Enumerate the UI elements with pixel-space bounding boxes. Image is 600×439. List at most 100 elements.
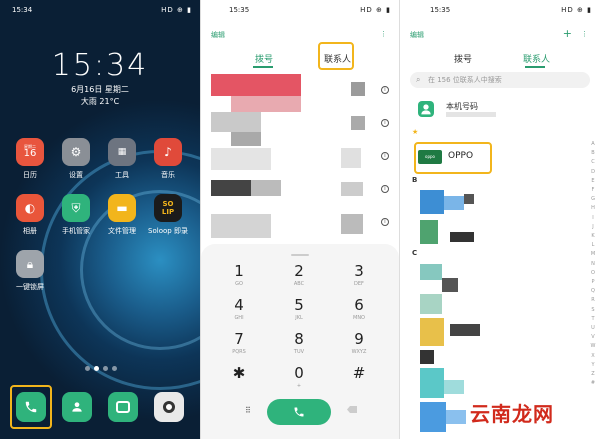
app-music[interactable]: ♪ 音乐 [147, 138, 189, 180]
dialer-topbar: 编辑 ⋮ [201, 30, 399, 42]
lock-clock: 15:34 [51, 48, 149, 83]
app-gallery[interactable]: ◐ 相册 [9, 194, 51, 236]
search-placeholder: 在 156 位联系人中搜索 [428, 76, 502, 84]
index-letter[interactable]: P [589, 278, 597, 287]
dial-key-digit: 1 [234, 262, 244, 280]
more-icon[interactable]: ⋮ [380, 30, 387, 38]
tab-dial[interactable]: 拨号 [255, 52, 273, 65]
redacted-entry [211, 148, 271, 170]
dial-key[interactable]: 4 GHI [209, 296, 269, 321]
dial-key[interactable]: ✱ [209, 364, 269, 383]
status-bar: 15:35 HD ⊕ ▮ [201, 6, 399, 18]
folder-icon: ▦ [108, 138, 136, 166]
phone-icon [294, 407, 304, 417]
dial-key[interactable]: 2 ABC [269, 262, 329, 287]
dial-key-letters: PQRS [232, 349, 246, 355]
edit-button[interactable]: 编辑 [410, 30, 424, 40]
index-letter[interactable]: S [589, 306, 597, 315]
index-letter[interactable]: R [589, 296, 597, 305]
drag-handle[interactable] [291, 254, 309, 256]
call-button[interactable] [267, 399, 331, 425]
index-letter[interactable]: N [589, 260, 597, 269]
index-letter[interactable]: T [589, 315, 597, 324]
info-icon[interactable]: i [381, 218, 389, 226]
camera-icon [163, 401, 175, 413]
dock-messages-app[interactable] [108, 392, 138, 422]
app-file-manager[interactable]: ▬ 文件管理 [101, 194, 143, 236]
contact-search-input[interactable]: ⌕ 在 156 位联系人中搜索 [410, 72, 590, 88]
index-letter[interactable]: X [589, 352, 597, 361]
page-dot [103, 366, 108, 371]
index-letter[interactable]: D [589, 168, 597, 177]
index-letter[interactable]: Z [589, 370, 597, 379]
index-letter[interactable]: A [589, 140, 597, 149]
index-letter[interactable]: M [589, 250, 597, 259]
index-letter[interactable]: F [589, 186, 597, 195]
more-icon[interactable]: ⋮ [581, 30, 588, 38]
index-letter[interactable]: Q [589, 287, 597, 296]
info-icon[interactable]: i [381, 152, 389, 160]
app-calendar[interactable]: 星期二 16 日历 [9, 138, 51, 180]
index-letter[interactable]: B [589, 149, 597, 158]
favorites-star-icon: ★ [412, 128, 419, 136]
dial-key[interactable]: 7 PQRS [209, 330, 269, 355]
add-contact-icon[interactable]: + [563, 27, 572, 40]
dial-key-digit: 2 [294, 262, 304, 280]
dial-key[interactable]: 0 + [269, 364, 329, 389]
dial-key[interactable]: 5 JKL [269, 296, 329, 321]
keypad-toggle-icon[interactable]: ⠿ [245, 406, 251, 415]
dial-key[interactable]: 8 TUV [269, 330, 329, 355]
index-letter[interactable]: H [589, 204, 597, 213]
index-letter[interactable]: # [589, 379, 597, 388]
tab-contacts[interactable]: 联系人 [523, 52, 550, 65]
index-letter[interactable]: I [589, 214, 597, 223]
info-icon[interactable]: i [381, 119, 389, 127]
highlight-contacts-tab [318, 42, 354, 70]
index-letter[interactable]: L [589, 241, 597, 250]
dial-key[interactable]: 1 GO [209, 262, 269, 287]
dial-key-letters: TUV [293, 349, 305, 355]
dial-key-digit: 0 [294, 364, 304, 382]
index-letter[interactable]: U [589, 324, 597, 333]
dial-key-digit: # [352, 364, 366, 382]
info-icon[interactable]: i [381, 185, 389, 193]
alphabet-index[interactable]: A B C D E F G H I J K L M N O P Q R S T U V W X Y Z # [589, 140, 597, 388]
search-icon: ⌕ [416, 75, 421, 84]
index-letter[interactable]: V [589, 333, 597, 342]
contact-oppo[interactable]: oppo OPPO [414, 142, 492, 174]
redacted-entry [446, 410, 466, 424]
index-letter[interactable]: E [589, 177, 597, 186]
dock-camera-app[interactable] [154, 392, 184, 422]
redacted-entry [341, 214, 363, 234]
dial-key[interactable]: # [329, 364, 389, 383]
app-phone-manager[interactable]: ⛨ 手机管家 [55, 194, 97, 236]
status-icons: HD ⊕ ▮ [561, 6, 592, 14]
dial-key-digit: 9 [354, 330, 364, 348]
info-icon[interactable]: i [381, 86, 389, 94]
oppo-avatar: oppo [418, 150, 442, 164]
redacted-entry [231, 96, 301, 112]
dial-key[interactable]: 6 MNO [329, 296, 389, 321]
my-number-label[interactable]: 本机号码 [446, 101, 478, 112]
index-letter[interactable]: K [589, 232, 597, 241]
index-letter[interactable]: O [589, 269, 597, 278]
highlight-phone-app [10, 385, 52, 429]
edit-button[interactable]: 编辑 [211, 30, 225, 40]
tab-indicator [253, 66, 273, 68]
index-letter[interactable]: Y [589, 361, 597, 370]
tab-dial[interactable]: 拨号 [454, 52, 472, 65]
index-letter[interactable]: G [589, 195, 597, 204]
app-lock-screen[interactable]: 🔒︎ 一键锁屏 [9, 250, 51, 292]
index-letter[interactable]: C [589, 158, 597, 167]
app-settings[interactable]: ⚙ 设置 [55, 138, 97, 180]
dial-key-digit: ✱ [232, 364, 246, 382]
index-letter[interactable]: J [589, 223, 597, 232]
app-soloop[interactable]: SO LIP Soloop 即录 [147, 194, 189, 236]
dial-key[interactable]: 9 WXYZ [329, 330, 389, 355]
redacted-entry [211, 214, 271, 238]
app-tools[interactable]: ▦ 工具 [101, 138, 143, 180]
dock-contacts-app[interactable] [62, 392, 92, 422]
index-letter[interactable]: W [589, 342, 597, 351]
dial-key[interactable]: 3 DEF [329, 262, 389, 287]
dial-key-digit: 3 [354, 262, 364, 280]
